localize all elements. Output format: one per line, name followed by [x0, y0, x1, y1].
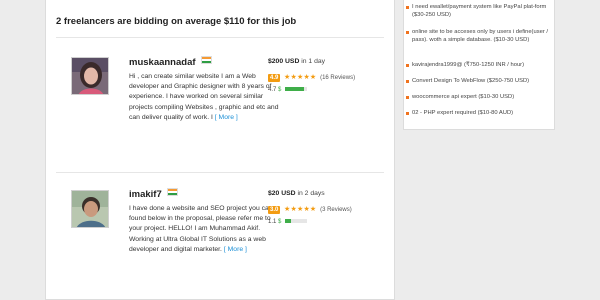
earnings-row: 4.7 $ — [268, 87, 308, 93]
earnings-bar-fill — [285, 87, 304, 92]
related-job-link[interactable]: Convert Design To WebFlow ($250-750 USD) — [406, 77, 550, 85]
bid-price: $200 USD in 1 day — [268, 58, 325, 65]
rating-row: 3.0 ★★★★★ (3 Reviews) — [268, 205, 352, 214]
star-icon: ★★★★★ — [284, 206, 317, 213]
bid-amount: $20 USD — [268, 190, 296, 197]
related-job-link[interactable]: I need ewallet/payment system like PayPa… — [406, 3, 550, 19]
bid-price: $20 USD in 2 days — [268, 190, 325, 197]
bids-header: 2 freelancers are bidding on average $11… — [56, 16, 384, 38]
earnings-bar-fill — [285, 219, 291, 224]
bid-amount: $200 USD — [268, 58, 300, 65]
earnings-score: 4.7 — [268, 87, 277, 93]
earnings-score: 1.1 — [268, 219, 277, 225]
bid-description: I have done a website and SEO project yo… — [129, 205, 273, 253]
bids-card: 2 freelancers are bidding on average $11… — [45, 0, 395, 300]
freelancer-username[interactable]: imakif7 — [129, 188, 178, 200]
bid-item: muskaannadaf Hi , can create similar web… — [56, 46, 384, 173]
earnings-icon: $ — [278, 219, 282, 225]
avatar[interactable] — [71, 190, 109, 228]
freelancer-username[interactable]: muskaannadaf — [129, 56, 212, 68]
earnings-bar — [285, 87, 308, 92]
earnings-icon: $ — [278, 87, 282, 93]
reviews-count[interactable]: (3 Reviews) — [320, 207, 352, 213]
related-job-link[interactable]: online site to be acceses only by users … — [406, 28, 550, 44]
related-job-link[interactable]: woocommerce api expert ($10-30 USD) — [406, 93, 550, 101]
related-job-link[interactable]: 02 - PHP expert required ($10-80 AUD) — [406, 109, 550, 117]
more-link[interactable]: [ More ] — [215, 114, 238, 121]
related-job-link[interactable]: kavirajendra1999@ (₹750-1250 INR / hour) — [406, 61, 550, 69]
bid-description: Hi , can create similar website I am a W… — [129, 73, 279, 121]
bid-duration: in 2 days — [297, 190, 325, 197]
india-flag-icon — [166, 188, 178, 196]
avatar[interactable] — [71, 57, 109, 95]
related-jobs-panel: I need ewallet/payment system like PayPa… — [403, 0, 555, 130]
earnings-row: 1.1 $ — [268, 219, 308, 225]
reviews-count[interactable]: (16 Reviews) — [320, 75, 355, 81]
rating-score: 3.0 — [268, 206, 281, 214]
star-icon: ★★★★★ — [284, 74, 317, 81]
india-flag-icon — [200, 56, 212, 64]
bid-duration: in 1 day — [301, 58, 326, 65]
earnings-bar — [285, 219, 308, 224]
rating-row: 4.9 ★★★★★ (16 Reviews) — [268, 73, 355, 82]
rating-score: 4.9 — [268, 74, 281, 82]
bid-item: imakif7 I have done a website and SEO pr… — [56, 178, 384, 300]
more-link[interactable]: [ More ] — [224, 246, 247, 253]
